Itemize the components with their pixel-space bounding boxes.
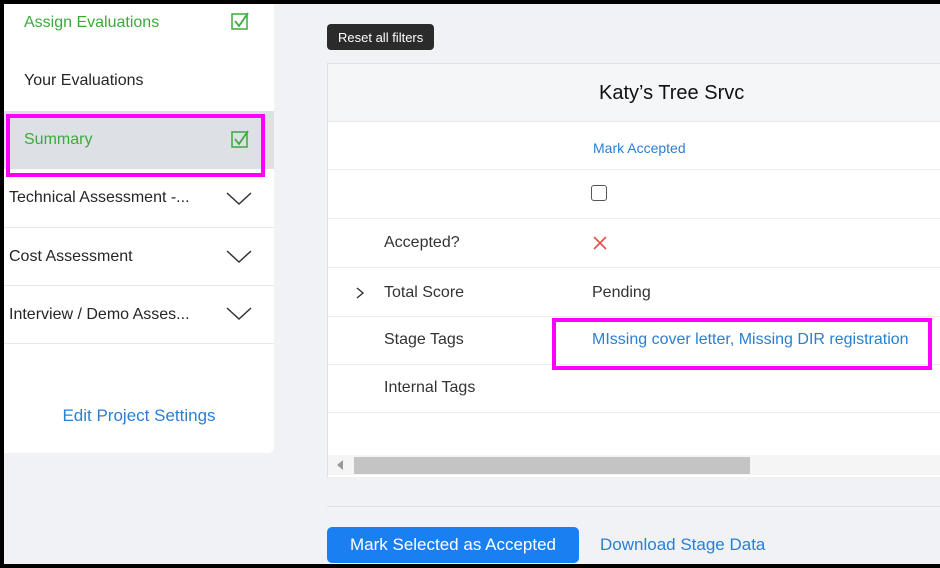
summary-table: Katy’s Tree Srvc Mark Accepted Accepted?… bbox=[327, 63, 940, 477]
edit-project-settings-link[interactable]: Edit Project Settings bbox=[4, 406, 274, 426]
mark-accepted-link[interactable]: Mark Accepted bbox=[593, 140, 686, 156]
row-label-internal-tags: Internal Tags bbox=[384, 379, 476, 396]
checkbox-checked-icon bbox=[231, 12, 249, 30]
table-header: Katy’s Tree Srvc bbox=[328, 64, 940, 122]
table-row: Mark Accepted bbox=[328, 121, 940, 170]
select-checkbox[interactable] bbox=[591, 185, 607, 201]
x-icon bbox=[593, 236, 607, 250]
row-label-stage-tags: Stage Tags bbox=[384, 331, 464, 348]
chevron-right-icon[interactable] bbox=[355, 287, 365, 299]
table-row bbox=[328, 170, 940, 219]
sidebar-item-label: Summary bbox=[24, 131, 93, 148]
chevron-down-icon[interactable] bbox=[226, 250, 252, 264]
mark-selected-accepted-button[interactable]: Mark Selected as Accepted bbox=[327, 527, 579, 563]
divider bbox=[4, 343, 274, 344]
download-stage-data-link[interactable]: Download Stage Data bbox=[600, 535, 765, 555]
chevron-down-icon[interactable] bbox=[226, 307, 252, 321]
sidebar-item-label: Assign Evaluations bbox=[24, 14, 160, 31]
table-row: Stage Tags MIssing cover letter, Missing… bbox=[328, 317, 940, 365]
sidebar-item-label: Technical Assessment -... bbox=[9, 189, 190, 206]
checkbox-checked-icon bbox=[231, 130, 249, 148]
total-score-value: Pending bbox=[592, 284, 651, 301]
table-row: Accepted? bbox=[328, 219, 940, 268]
vendor-column-title: Katy’s Tree Srvc bbox=[599, 82, 745, 104]
table-row: Internal Tags bbox=[328, 365, 940, 413]
scroll-left-icon[interactable] bbox=[337, 460, 343, 470]
horizontal-scrollbar[interactable] bbox=[328, 455, 940, 475]
scrollbar-thumb[interactable] bbox=[354, 457, 750, 474]
chevron-down-icon[interactable] bbox=[226, 192, 252, 206]
reset-filters-button[interactable]: Reset all filters bbox=[327, 24, 435, 50]
stage-tags-value[interactable]: MIssing cover letter, Missing DIR regist… bbox=[592, 331, 909, 349]
sidebar-item-label: Cost Assessment bbox=[9, 247, 133, 265]
row-label-accepted: Accepted? bbox=[384, 234, 460, 251]
sidebar-item-your-evaluations[interactable]: Your Evaluations bbox=[4, 68, 274, 94]
sidebar-item-label: Interview / Demo Asses... bbox=[9, 305, 190, 323]
divider bbox=[327, 506, 940, 507]
sidebar-item-label: Your Evaluations bbox=[24, 72, 144, 89]
sidebar: Assign Evaluations Your Evaluations Summ… bbox=[4, 0, 274, 453]
row-label-total-score: Total Score bbox=[384, 284, 465, 301]
table-row: Total Score Pending bbox=[328, 268, 940, 317]
